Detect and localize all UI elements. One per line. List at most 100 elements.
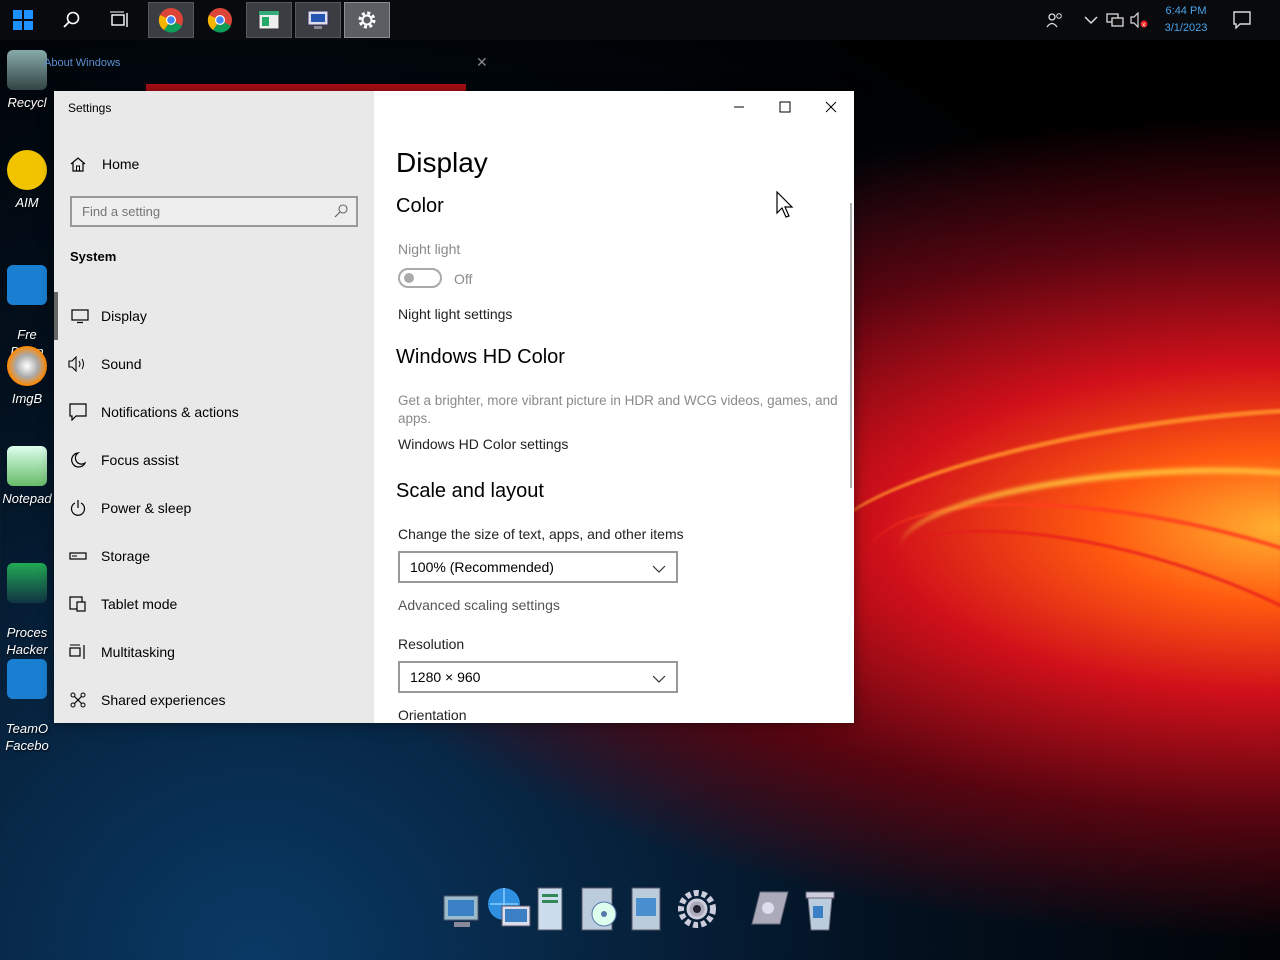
scale-layout-heading: Scale and layout [396,480,544,502]
documents-icon[interactable] [534,884,580,934]
settings-window: Settings Home System Display Sound [54,91,854,723]
gear-icon [7,659,47,699]
nav-item-label: Display [101,308,147,324]
media-disc-icon[interactable] [578,884,624,934]
search-box[interactable] [70,196,358,227]
scrollbar[interactable] [850,203,852,488]
nav-item-display[interactable]: Display [54,292,374,340]
nav-item-label: Tablet mode [101,596,178,612]
nav-item-shared-experiences[interactable]: Shared experiences [54,676,374,723]
scale-value: 100% (Recommended) [410,559,554,575]
nav-item-label: Storage [101,548,151,564]
desktop-icon-teamo[interactable]: TeamO Facebo [0,642,54,754]
desktop-icon-notepad[interactable]: Notepad [0,446,54,507]
clock[interactable]: 6:44 PM 3/1/2023 [1152,3,1220,37]
recycle-bin-icon [7,50,47,90]
about-windows-title: About Windows [44,57,121,69]
orientation-label: Orientation [398,707,467,723]
volume-muted-icon[interactable]: x [1129,10,1149,30]
maximize-button[interactable] [762,91,808,123]
scale-label: Change the size of text, apps, and other… [398,526,684,542]
nav-item-label: Multitasking [101,644,175,660]
night-light-toggle[interactable] [398,268,442,288]
gear-icon[interactable] [344,2,390,38]
clock-time: 6:44 PM [1165,5,1207,17]
power-icon [54,500,101,516]
search-input[interactable] [72,198,322,225]
gear-icon[interactable] [674,884,720,934]
nav-item-sound[interactable]: Sound [54,340,374,388]
home-link[interactable]: Home [54,149,374,179]
chrome-icon[interactable] [148,2,194,38]
shared-experiences-icon [54,692,101,708]
nav-item-multitasking[interactable]: Multitasking [54,628,374,676]
chrome-icon[interactable] [197,2,243,38]
desktop-icon-aim[interactable]: AIM [0,150,54,211]
recycle-bin-icon[interactable] [798,884,844,934]
remote-desktop-icon[interactable] [295,2,341,38]
windows-logo-icon[interactable] [0,0,46,40]
nav-item-label: Shared experiences [101,692,226,708]
clock-date: 3/1/2023 [1164,22,1208,34]
moon-icon [54,452,101,468]
night-light-settings-link[interactable]: Night light settings [398,306,512,322]
desktop-icon-free-download[interactable]: Fre Down [0,248,54,360]
speaker-icon [54,356,101,372]
nav-item-notifications[interactable]: Notifications & actions [54,388,374,436]
aim-icon [7,150,47,190]
minimize-button[interactable] [716,91,762,123]
desktop-icon-imgburn[interactable]: ImgB [0,346,54,407]
svg-text:x: x [1142,22,1146,29]
network-globe-icon[interactable] [484,884,531,934]
night-light-label: Night light [398,241,461,257]
search-icon[interactable] [48,0,94,40]
monitor-icon [58,308,101,324]
hd-color-heading: Windows HD Color [396,346,565,368]
people-icon[interactable] [1045,10,1065,30]
toggle-knob [404,273,414,283]
resolution-dropdown[interactable]: 1280 × 960 [398,661,678,693]
network-icon[interactable] [1105,10,1125,30]
taskbar: x 6:44 PM 3/1/2023 [0,0,1280,40]
task-view-icon[interactable] [96,0,142,40]
resolution-label: Resolution [398,636,465,652]
disc-icon [7,346,47,386]
color-heading: Color [396,195,444,217]
search-icon[interactable] [334,204,348,223]
multitasking-icon [54,644,101,660]
window-title: Settings [68,101,112,115]
tablet-icon [54,596,101,612]
page-title: Display [396,147,488,178]
hd-color-settings-link[interactable]: Windows HD Color settings [398,436,568,452]
pictures-icon[interactable] [628,884,674,934]
about-windows-banner [146,78,476,92]
nav-item-focus-assist[interactable]: Focus assist [54,436,374,484]
settings-nav-pane: Settings Home System Display Sound [54,91,374,723]
chevron-down-icon [652,671,666,687]
chevron-down-icon [652,561,666,577]
nav-item-power-sleep[interactable]: Power & sleep [54,484,374,532]
notification-icon [54,403,101,421]
home-icon [54,156,102,172]
resolution-value: 1280 × 960 [410,669,481,685]
hd-color-description: Get a brighter, more vibrant picture in … [398,393,838,426]
control-panel-icon[interactable] [746,884,792,934]
close-button[interactable] [808,91,854,123]
nav-item-storage[interactable]: Storage [54,532,374,580]
chevron-up-icon[interactable] [1081,10,1101,30]
scale-dropdown[interactable]: 100% (Recommended) [398,551,678,583]
nav-item-label: Notifications & actions [101,404,239,420]
computer-icon[interactable] [440,884,486,934]
advanced-scaling-link[interactable]: Advanced scaling settings [398,597,560,613]
nav-item-label: Sound [101,356,142,372]
process-hacker-icon [7,563,47,603]
nav-item-tablet-mode[interactable]: Tablet mode [54,580,374,628]
action-center-icon[interactable] [1232,10,1252,30]
nav-item-label: Focus assist [101,452,179,468]
mouse-cursor-icon [776,190,796,224]
night-light-state: Off [454,271,473,287]
about-close-icon[interactable]: ✕ [476,54,488,71]
section-heading: System [70,249,117,264]
window-icon[interactable] [246,2,292,38]
settings-content-pane: Display Color Night light Off Night ligh… [374,91,854,723]
